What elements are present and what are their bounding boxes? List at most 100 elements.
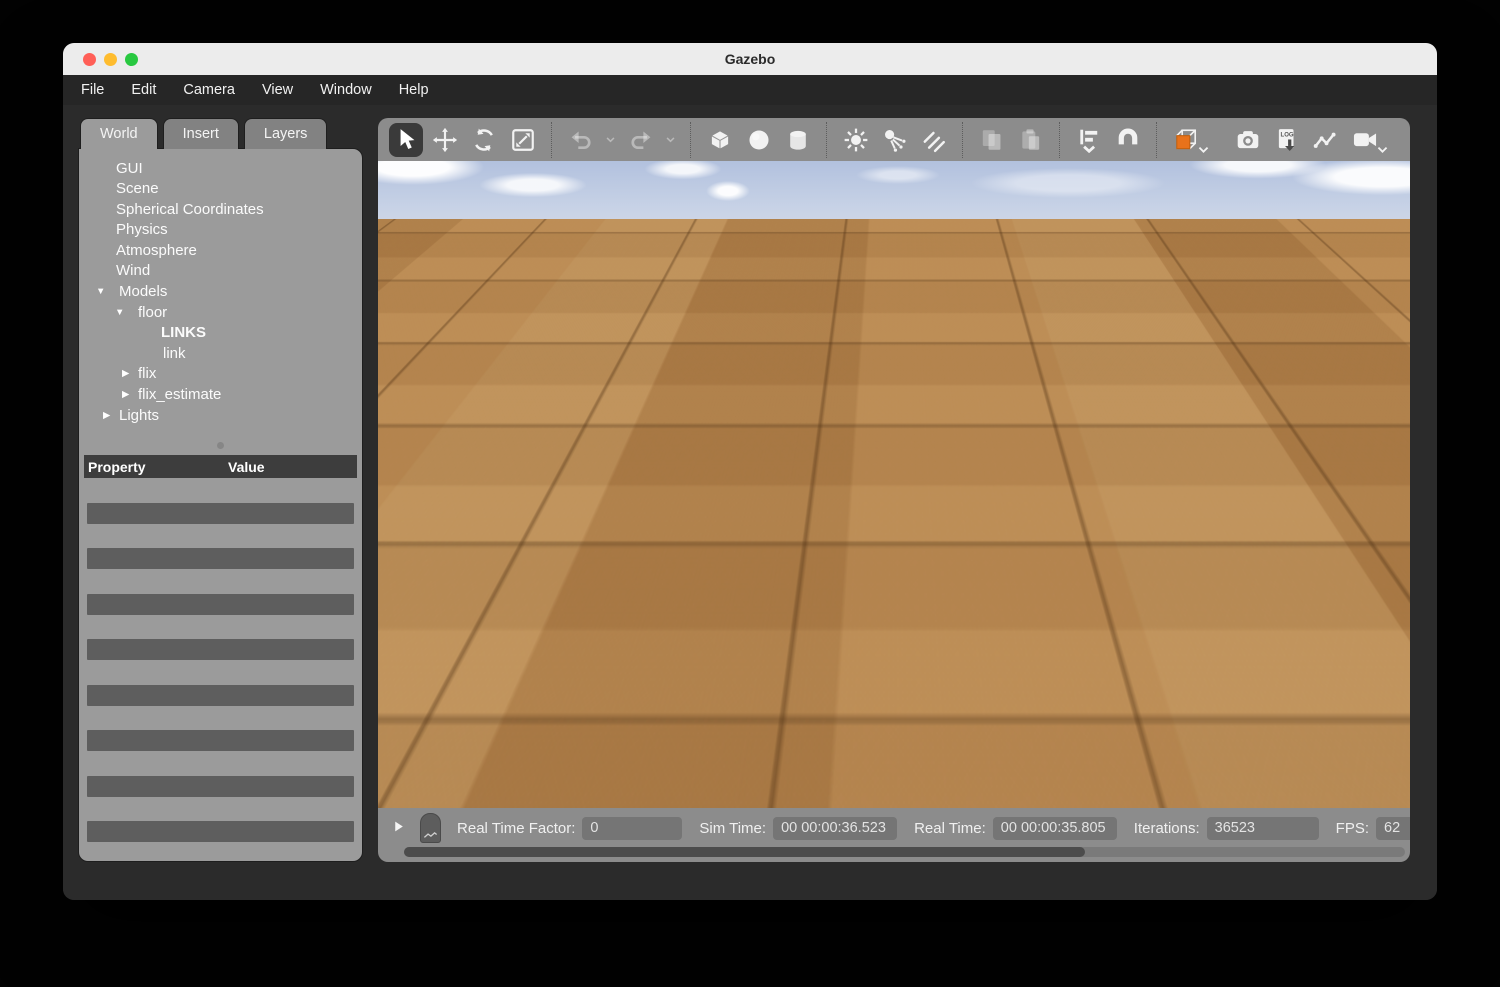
- real-time-factor-field-value: 0: [582, 817, 682, 840]
- record-video-button[interactable]: [1348, 123, 1382, 157]
- tree-item-models[interactable]: ▼ Models: [79, 282, 362, 303]
- expand-arrow-icon[interactable]: ▶: [122, 364, 129, 385]
- real-time-factor-field: Real Time Factor: 0: [457, 817, 682, 840]
- translate-tool-button[interactable]: [428, 123, 462, 157]
- insert-box-button[interactable]: [703, 123, 737, 157]
- iterations-field: Iterations: 36523: [1134, 817, 1319, 840]
- tree-item-physics[interactable]: Physics: [79, 220, 362, 241]
- status-fields: Real Time Factor: 0 Sim Time:00 00:00:36.5…: [457, 817, 1410, 840]
- splitter-handle[interactable]: [217, 442, 224, 449]
- collapse-arrow-icon[interactable]: ▼: [96, 282, 105, 303]
- real-time-field-value: 00 00:00:35.805: [993, 817, 1117, 840]
- drone-model[interactable]: [803, 441, 1033, 551]
- redo-history-button[interactable]: [663, 123, 679, 157]
- menu-item-view[interactable]: View: [262, 82, 293, 98]
- fps-field: FPS:62: [1336, 817, 1410, 840]
- rotate-tool-button[interactable]: [467, 123, 501, 157]
- horizontal-scrollbar[interactable]: [404, 847, 1405, 857]
- panel-body: GUISceneSpherical Coordinates PhysicsAtmo…: [78, 148, 363, 862]
- tab-world[interactable]: World: [80, 118, 158, 149]
- tree-item-label: Models: [119, 283, 167, 300]
- gazebo-window: Gazebo File Edit Camera View Window Help Worl…: [63, 43, 1437, 900]
- menu-item-edit[interactable]: Edit: [131, 82, 156, 98]
- tree-item-links[interactable]: LINKS: [79, 323, 362, 344]
- menu-item-camera[interactable]: Camera: [183, 82, 235, 98]
- select-tool-button[interactable]: [389, 123, 423, 157]
- tree-item-label: Atmosphere: [116, 242, 197, 259]
- tree-item-gui[interactable]: GUI: [79, 159, 362, 180]
- undo-history-button[interactable]: [603, 123, 619, 157]
- expand-arrow-icon[interactable]: ▶: [122, 385, 129, 406]
- tab-insert[interactable]: Insert: [163, 118, 239, 149]
- viewport-3d[interactable]: [378, 161, 1410, 808]
- window-title: Gazebo: [725, 51, 776, 67]
- tree-item-flix[interactable]: ▶ flix: [79, 364, 362, 385]
- table-row: [87, 503, 354, 524]
- sky-with-clouds: [378, 161, 1410, 219]
- insert-sphere-button[interactable]: [742, 123, 776, 157]
- spot-light-button[interactable]: [878, 123, 912, 157]
- tree-item-link[interactable]: link: [79, 344, 362, 365]
- expand-panel-button[interactable]: [392, 819, 406, 837]
- menu-item-help[interactable]: Help: [399, 82, 429, 98]
- tree-item-label: flix: [138, 365, 156, 382]
- redo-button[interactable]: [624, 123, 658, 157]
- screenshot-button[interactable]: [1231, 123, 1265, 157]
- chevron-down-icon: [1197, 143, 1210, 156]
- table-row: [87, 730, 354, 751]
- view-angle-button[interactable]: [1169, 123, 1203, 157]
- expand-arrow-icon[interactable]: ▶: [103, 406, 110, 427]
- data-logger-button[interactable]: LOG: [1270, 123, 1304, 157]
- drone-shadow: [806, 696, 1016, 808]
- sim-time-field: Sim Time:00 00:00:36.523: [699, 817, 897, 840]
- tab-layers[interactable]: Layers: [244, 118, 328, 149]
- tree-item-flix-estimate[interactable]: ▶flix_estimate: [79, 385, 362, 406]
- toolbar-separator: [690, 122, 691, 158]
- panel-tabs: WorldInsertLayers: [78, 118, 363, 149]
- menu-item-file[interactable]: File: [81, 82, 104, 98]
- real-time-field-label: Real Time:: [914, 820, 986, 837]
- tree-item-lights[interactable]: ▶Lights: [79, 406, 362, 427]
- scale-tool-button[interactable]: [506, 123, 540, 157]
- menu-item-window[interactable]: Window: [320, 82, 372, 98]
- real-time-factor-field-label: Real Time Factor:: [457, 820, 575, 837]
- undo-button[interactable]: [564, 123, 598, 157]
- status-row: Real Time Factor: 0 Sim Time:00 00:00:36.5…: [378, 808, 1410, 842]
- tree-item-atmosphere[interactable]: Atmosphere: [79, 241, 362, 262]
- tree-item-label: Wind: [116, 262, 150, 279]
- property-table: Property Value: [84, 455, 357, 842]
- iterations-field-value: 36523: [1207, 817, 1319, 840]
- world-tree: GUISceneSpherical Coordinates PhysicsAtmo…: [79, 149, 362, 427]
- fps-field-value: 62: [1376, 817, 1410, 840]
- directional-light-button[interactable]: [917, 123, 951, 157]
- plot-window-button[interactable]: [1309, 123, 1343, 157]
- toolbar-separator: [826, 122, 827, 158]
- copy-button[interactable]: [975, 123, 1009, 157]
- scrollbar-thumb[interactable]: [404, 847, 1085, 857]
- tree-item-wind[interactable]: Wind: [79, 261, 362, 282]
- window-content: WorldInsertLayers GUISceneSpherical Coor…: [63, 105, 1437, 900]
- tree-item-label: LINKS: [161, 324, 206, 341]
- toolbar-separator: [1059, 122, 1060, 158]
- snap-magnet-button[interactable]: [1111, 123, 1145, 157]
- value-column-header: Value: [228, 459, 265, 475]
- insert-cylinder-button[interactable]: [781, 123, 815, 157]
- align-button[interactable]: [1072, 123, 1106, 157]
- minimize-button[interactable]: [104, 53, 117, 66]
- step-world-button[interactable]: [420, 813, 441, 843]
- table-row: [87, 594, 354, 615]
- main-toolbar: LOG: [378, 118, 1410, 161]
- svg-text:LOG: LOG: [1281, 132, 1294, 138]
- tree-item-scene[interactable]: Scene: [79, 179, 362, 200]
- tree-item-floor[interactable]: ▼floor: [79, 303, 362, 324]
- tree-item-spherical-coordinates[interactable]: Spherical Coordinates: [79, 200, 362, 221]
- paste-button[interactable]: [1014, 123, 1048, 157]
- toolbar-separator: [962, 122, 963, 158]
- close-button[interactable]: [83, 53, 96, 66]
- tree-item-label: Spherical Coordinates: [116, 201, 264, 218]
- collapse-arrow-icon[interactable]: ▼: [115, 303, 124, 324]
- iterations-field-label: Iterations:: [1134, 820, 1200, 837]
- property-column-header: Property: [88, 459, 228, 475]
- zoom-button[interactable]: [125, 53, 138, 66]
- point-light-button[interactable]: [839, 123, 873, 157]
